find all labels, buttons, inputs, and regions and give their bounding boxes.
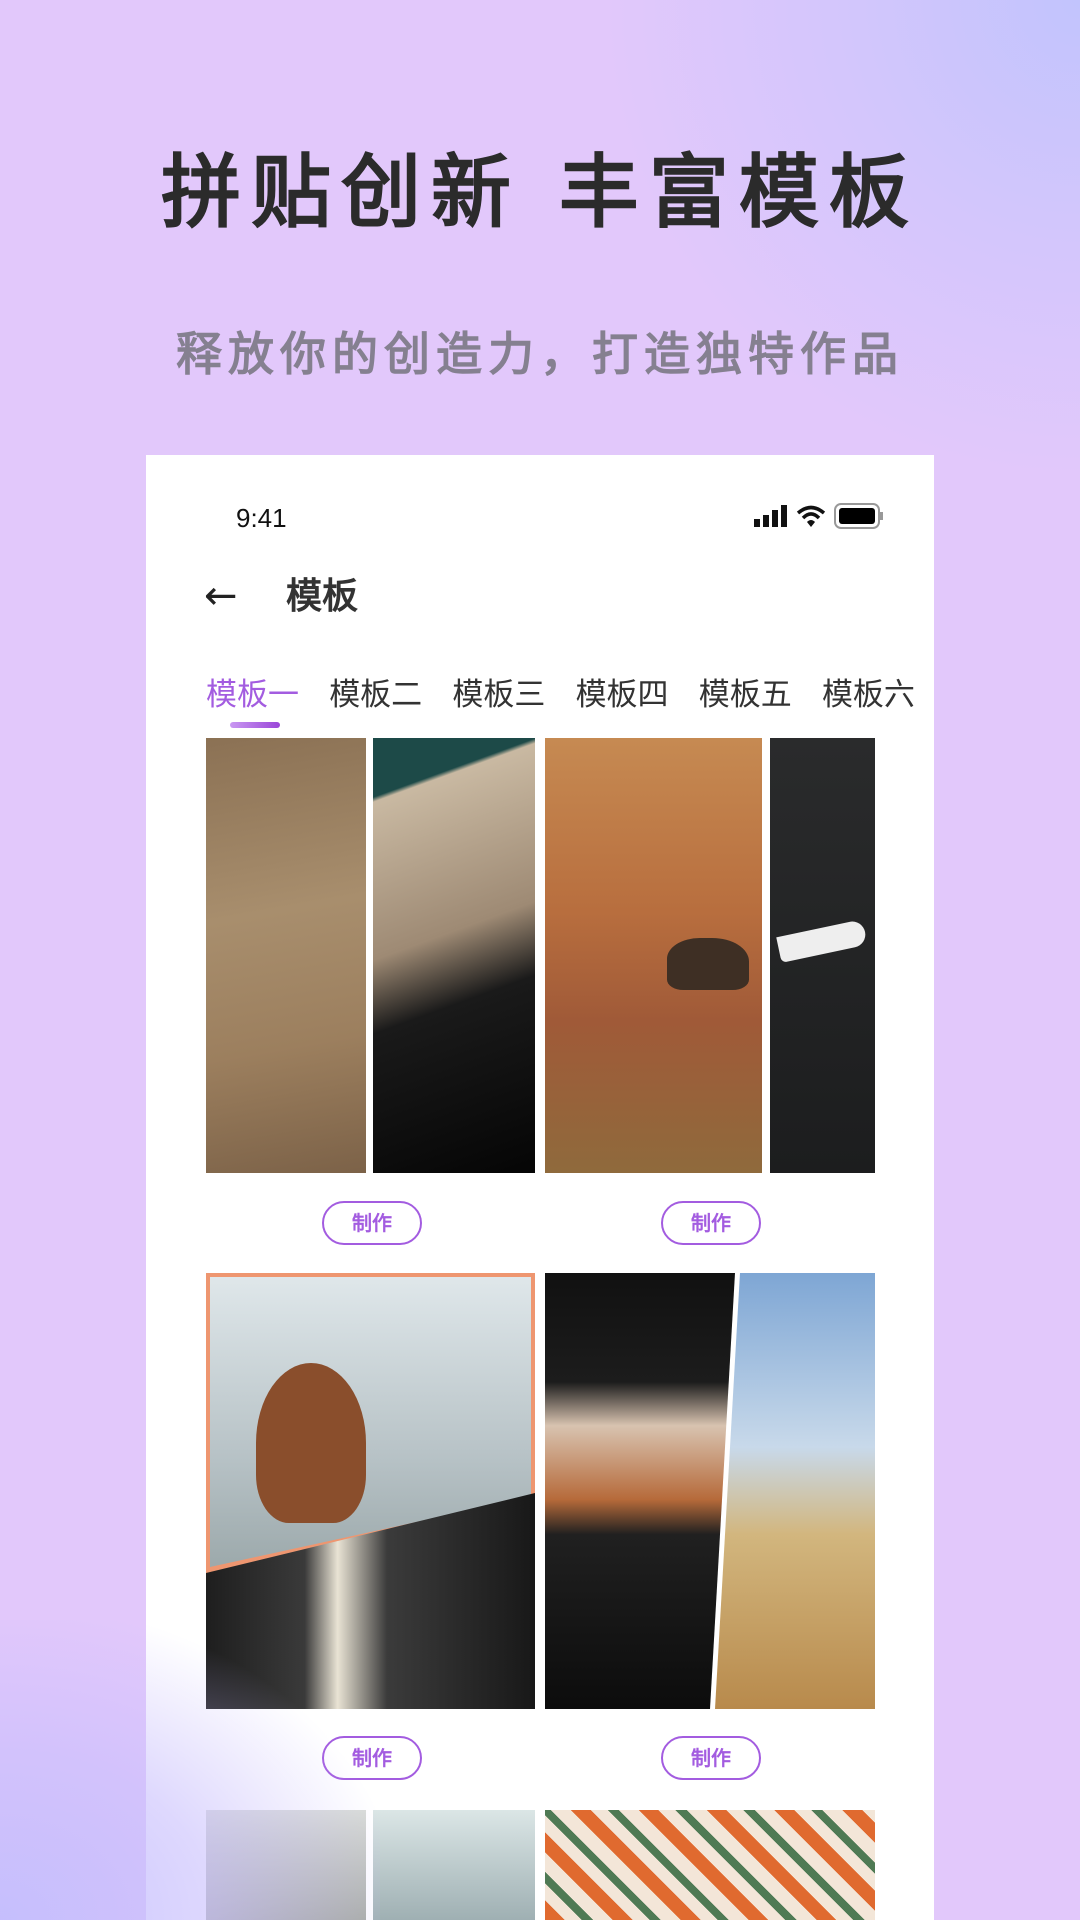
- photo-floral[interactable]: [545, 1810, 875, 1920]
- rock-photo: [715, 1273, 875, 1709]
- promo-subheadline: 释放你的创造力，打造独特作品: [176, 327, 904, 381]
- tab-template-5[interactable]: 模板五: [699, 669, 801, 714]
- promo-headline: 拼贴创新 丰富模板: [161, 146, 919, 239]
- photo-building[interactable]: [373, 738, 535, 1173]
- page-title: 模板: [286, 576, 359, 617]
- collage-photographer-alley[interactable]: [206, 1273, 535, 1709]
- signal-icon: [754, 505, 787, 527]
- photo-tree-branch[interactable]: [206, 1810, 366, 1920]
- photo-coast[interactable]: [373, 1810, 535, 1920]
- make-button[interactable]: 制作: [661, 1736, 761, 1780]
- tab-template-2[interactable]: 模板二: [329, 669, 431, 714]
- tab-template-6[interactable]: 模板六: [822, 669, 924, 714]
- car-photo: [545, 1273, 735, 1709]
- wifi-icon: [796, 505, 826, 527]
- arrow-left-icon[interactable]: ←: [204, 573, 238, 619]
- bear-shape: [667, 938, 749, 990]
- hair-shape: [256, 1363, 366, 1523]
- status-icons: [754, 503, 884, 529]
- tab-template-4[interactable]: 模板四: [576, 669, 678, 714]
- photo-bear-meadow[interactable]: [545, 738, 762, 1173]
- boat-shape: [776, 919, 868, 963]
- photo-hillside-village[interactable]: [206, 738, 366, 1173]
- status-time: 9:41: [236, 503, 287, 533]
- collage-car-rock[interactable]: [545, 1273, 875, 1709]
- tab-template-1[interactable]: 模板一: [206, 669, 308, 728]
- template-tabs: 模板一 模板二 模板三 模板四 模板五 模板六: [206, 669, 924, 728]
- photo-boat-sea[interactable]: [770, 738, 875, 1173]
- make-button[interactable]: 制作: [322, 1736, 422, 1780]
- phone-screen: 9:41 ← 模板 模板一 模板二 模板三 模板四 模板五 模板六 制作 制作 …: [146, 455, 934, 1920]
- battery-icon: [834, 503, 883, 529]
- make-button[interactable]: 制作: [661, 1201, 761, 1245]
- make-button[interactable]: 制作: [322, 1201, 422, 1245]
- tab-template-3[interactable]: 模板三: [452, 669, 554, 714]
